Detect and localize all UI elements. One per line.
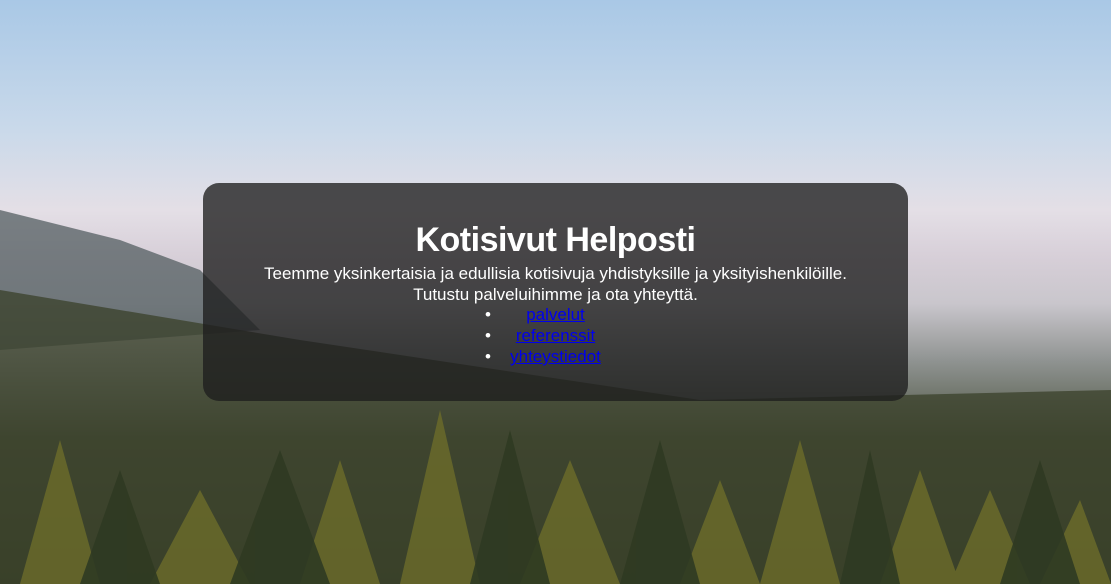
nav-item-yhteystiedot: yhteystiedot [203, 346, 908, 367]
nav-list: palvelut referenssit yhteystiedot [203, 304, 908, 367]
hero-card: Kotisivut Helposti Teemme yksinkertaisia… [203, 183, 908, 401]
nav-item-palvelut: palvelut [203, 304, 908, 325]
link-yhteystiedot[interactable]: yhteystiedot [510, 347, 601, 366]
link-palvelut[interactable]: palvelut [526, 305, 585, 324]
intro-text: Teemme yksinkertaisia ja edullisia kotis… [203, 263, 908, 305]
intro-line-2: Tutustu palveluihimme ja ota yhteyttä. [413, 285, 698, 304]
nav-item-referenssit: referenssit [203, 325, 908, 346]
page-title: Kotisivut Helposti [415, 221, 696, 259]
link-referenssit[interactable]: referenssit [516, 326, 595, 345]
intro-line-1: Teemme yksinkertaisia ja edullisia kotis… [264, 264, 847, 283]
